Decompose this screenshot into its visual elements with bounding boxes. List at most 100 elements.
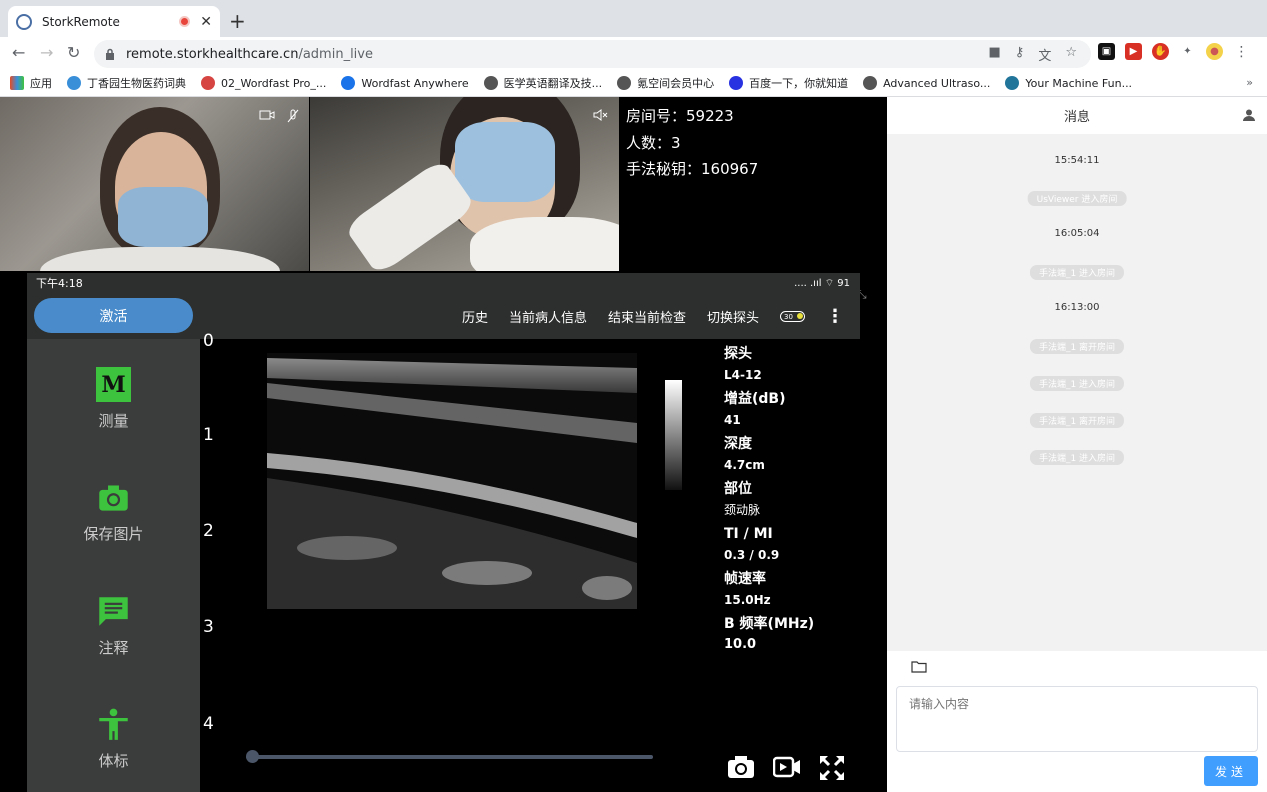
extension-qr-icon[interactable]: ▣: [1098, 43, 1115, 60]
back-icon[interactable]: ←: [12, 43, 25, 62]
measure-m-icon: M: [96, 367, 131, 402]
system-event-badge: 手法端_1 进入房间: [1029, 450, 1125, 465]
bookmark-item[interactable]: Wordfast Anywhere: [341, 76, 469, 90]
address-bar[interactable]: remote.storkhealthcare.cn/admin_live ■ ⚷…: [94, 40, 1091, 68]
tab-title: StorkRemote: [42, 14, 120, 29]
user-icon[interactable]: [1243, 109, 1255, 121]
chat-panel: 消息 15:54:11 UsViewer 进入房间 16:05:04 手法端_1…: [887, 97, 1267, 792]
bookmark-label: Advanced Ultraso...: [883, 76, 991, 90]
extension-record-icon[interactable]: ▶: [1125, 43, 1142, 60]
system-event-badge: 手法端_1 离开房间: [1029, 339, 1125, 354]
param-value: 10.0: [724, 637, 757, 652]
depth-tick: 4: [203, 714, 214, 734]
bookmark-item[interactable]: 02_Wordfast Pro_...: [201, 76, 326, 90]
param-label: B 频率(MHz): [724, 616, 815, 632]
tab-close-icon[interactable]: ✕: [200, 14, 212, 30]
wordfast-icon: [201, 76, 215, 90]
bookmark-apps[interactable]: 应用: [10, 75, 52, 91]
body-mark-label: 体标: [98, 752, 129, 770]
annotate-tool[interactable]: 注释: [27, 594, 200, 658]
browser-tab[interactable]: StorkRemote ✕: [8, 6, 220, 37]
switch-probe-button[interactable]: 切换探头: [707, 307, 759, 326]
message-timestamp: 16:05:04: [1054, 228, 1100, 239]
body-figure-icon: [99, 708, 128, 740]
camera-permission-icon[interactable]: ■: [989, 45, 1001, 64]
param-value: 4.7cm: [724, 458, 765, 472]
body-mark-tool[interactable]: 体标: [27, 707, 200, 771]
bookmark-label: 医学英语翻译及技...: [503, 77, 603, 90]
measure-tool[interactable]: M 测量: [27, 367, 200, 431]
message-timestamp: 15:54:11: [1054, 155, 1100, 166]
patient-info-button[interactable]: 当前病人信息: [509, 307, 587, 326]
comment-icon: [99, 597, 128, 626]
imaging-parameters: 探头 L4-12 增益(dB) 41 深度 4.7cm 部位 颈动脉 TI / MI 0.…: [724, 344, 814, 659]
bookmarks-overflow-icon[interactable]: »: [1246, 76, 1253, 89]
bookmark-item[interactable]: 丁香园生物医药词典: [67, 75, 186, 91]
profile-avatar-icon[interactable]: ●: [1206, 43, 1223, 60]
room-info: 房间号：59223 人数：3 手法秘钥：160967: [626, 103, 758, 183]
live-session-area: 房间号：59223 人数：3 手法秘钥：160967 ⤡ 下午4:18 ....…: [0, 97, 887, 792]
participant-coat: [40, 247, 280, 271]
globe-icon: [863, 76, 878, 90]
message-input[interactable]: [896, 686, 1258, 752]
grayscale-bar: [665, 380, 682, 490]
browser-menu-icon[interactable]: ⋮: [1233, 43, 1250, 60]
browser-toolbar: ← → ↻ remote.storkhealthcare.cn/admin_li…: [0, 37, 1267, 70]
bookmark-item[interactable]: Your Machine Fun...: [1005, 76, 1132, 90]
more-menu-icon[interactable]: ⋮: [826, 306, 844, 327]
translate-icon[interactable]: 文: [1038, 45, 1051, 64]
room-number: 房间号：59223: [626, 107, 734, 125]
bookmark-star-icon[interactable]: ☆: [1065, 45, 1077, 64]
snapshot-camera-icon[interactable]: [727, 755, 755, 779]
cine-slider-track[interactable]: [246, 755, 653, 759]
record-video-icon[interactable]: [773, 755, 801, 779]
participant-count: 人数：3: [626, 133, 681, 152]
activate-button[interactable]: 激活: [34, 298, 193, 333]
fullscreen-icon[interactable]: [819, 755, 845, 781]
bookmark-label: 应用: [30, 77, 52, 90]
dxy-icon: [67, 76, 81, 90]
speaker-muted-icon[interactable]: [593, 109, 609, 121]
recording-indicator-icon: [179, 16, 191, 27]
phone-statusbar: 下午4:18 .... .ııl ⌔ 91: [27, 273, 860, 293]
app-toolbar: 激活 历史 当前病人信息 结束当前检查 切换探头 30 ⋮: [27, 293, 860, 339]
folder-icon[interactable]: [911, 660, 927, 673]
video-camera-icon[interactable]: [259, 109, 275, 121]
send-button[interactable]: 发送: [1204, 756, 1258, 786]
apps-grid-icon: [10, 76, 24, 90]
bookmark-item[interactable]: 氪空间会员中心: [617, 75, 714, 91]
end-exam-button[interactable]: 结束当前检查: [608, 307, 686, 326]
participant-shirt: [470, 217, 619, 271]
forward-icon[interactable]: →: [40, 43, 53, 62]
depth-tick: 0: [203, 331, 214, 351]
bookmark-item[interactable]: 医学英语翻译及技...: [483, 75, 603, 91]
face-mask: [455, 122, 555, 202]
extensions-puzzle-icon[interactable]: ✦: [1179, 43, 1196, 60]
probe-toggle[interactable]: 30: [780, 311, 805, 322]
system-event-badge: 手法端_1 离开房间: [1029, 413, 1125, 428]
tool-sidebar: M 测量 保存图片 注释 体标: [27, 339, 200, 792]
reload-icon[interactable]: ↻: [67, 43, 80, 62]
microphone-muted-icon[interactable]: [287, 109, 299, 125]
new-tab-icon[interactable]: +: [229, 9, 246, 33]
globe-icon: [617, 76, 632, 90]
bookmark-item[interactable]: 百度一下，你就知道: [729, 75, 848, 91]
param-value: L4-12: [724, 368, 762, 382]
bookmark-label: 丁香园生物医药词典: [87, 77, 186, 90]
lock-icon: [106, 48, 114, 60]
baidu-paw-icon: [729, 76, 744, 90]
history-button[interactable]: 历史: [462, 307, 488, 326]
ultrasound-image: [267, 353, 637, 609]
param-label: 探头: [724, 346, 752, 362]
video-feed-operator: [310, 97, 619, 271]
system-event-badge: UsViewer 进入房间: [1027, 191, 1127, 206]
phone-signal-battery: .... .ııl ⌔ 91: [794, 277, 850, 289]
bookmarks-bar: 应用 丁香园生物医药词典 02_Wordfast Pro_... Wordfas…: [0, 70, 1267, 97]
save-image-tool[interactable]: 保存图片: [27, 480, 200, 544]
bookmark-item[interactable]: Advanced Ultraso...: [863, 76, 990, 90]
camera-icon: [99, 485, 128, 511]
key-icon[interactable]: ⚷: [1015, 45, 1025, 64]
cine-slider-thumb[interactable]: [246, 750, 259, 763]
extension-adblock-icon[interactable]: ✋: [1152, 43, 1169, 60]
annotate-label: 注释: [98, 639, 129, 657]
